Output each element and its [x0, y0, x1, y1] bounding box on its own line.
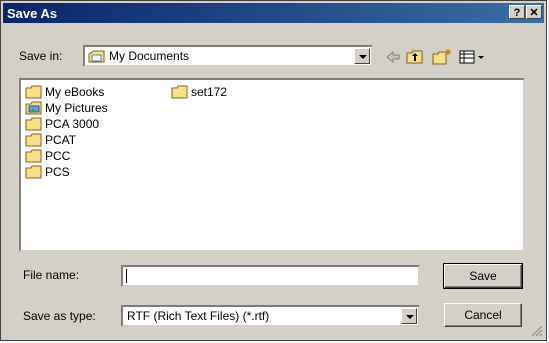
- list-item[interactable]: PCAT: [25, 132, 76, 148]
- list-item[interactable]: My eBooks: [25, 84, 104, 100]
- folder-icon: [171, 85, 188, 99]
- new-folder-icon[interactable]: [431, 48, 453, 66]
- folder-icon: [25, 133, 42, 147]
- save-as-type-value: RTF (Rich Text Files) (*.rtf): [127, 309, 270, 323]
- folder-icon: [25, 85, 42, 99]
- folder-icon: [25, 165, 42, 179]
- list-item[interactable]: My Pictures: [25, 100, 108, 116]
- cancel-button[interactable]: Cancel: [444, 303, 522, 327]
- close-icon: ✕: [529, 7, 539, 19]
- list-item[interactable]: PCS: [25, 164, 70, 180]
- save-as-type-dropdown[interactable]: RTF (Rich Text Files) (*.rtf): [121, 305, 420, 327]
- folder-icon: [25, 117, 42, 131]
- save-in-label: Save in:: [19, 49, 63, 63]
- views-menu-icon[interactable]: [459, 48, 487, 66]
- dialog-title: Save As: [7, 6, 58, 21]
- save-as-type-label: Save as type:: [23, 309, 96, 323]
- resize-grip-icon[interactable]: [531, 325, 543, 337]
- list-item[interactable]: set172: [171, 84, 227, 100]
- my-documents-icon: [88, 50, 105, 63]
- pictures-folder-icon: [25, 101, 42, 115]
- close-button[interactable]: ✕: [526, 5, 542, 19]
- help-button[interactable]: ?: [509, 5, 525, 19]
- file-name-field[interactable]: [121, 265, 420, 287]
- folder-icon: [25, 149, 42, 163]
- text-cursor: [126, 269, 127, 283]
- save-as-type-dropdown-arrow[interactable]: [401, 308, 417, 324]
- save-in-dropdown-arrow[interactable]: [354, 48, 370, 64]
- help-icon: ?: [513, 7, 521, 19]
- up-folder-icon[interactable]: [405, 48, 425, 66]
- list-item[interactable]: PCA 3000: [25, 116, 99, 132]
- title-bar[interactable]: Save As ? ✕: [3, 3, 544, 23]
- file-list[interactable]: My eBooks My Pictures PCA 3000 PCAT PCC …: [19, 78, 525, 252]
- save-as-dialog: Save As ? ✕ Save in: My Documents My eBo…: [0, 0, 547, 341]
- list-item[interactable]: PCC: [25, 148, 70, 164]
- save-in-dropdown[interactable]: My Documents: [83, 45, 373, 67]
- back-arrow-icon[interactable]: [385, 48, 401, 66]
- save-button[interactable]: Save: [443, 263, 523, 289]
- file-name-label: File name:: [23, 268, 80, 282]
- save-in-value: My Documents: [109, 49, 190, 63]
